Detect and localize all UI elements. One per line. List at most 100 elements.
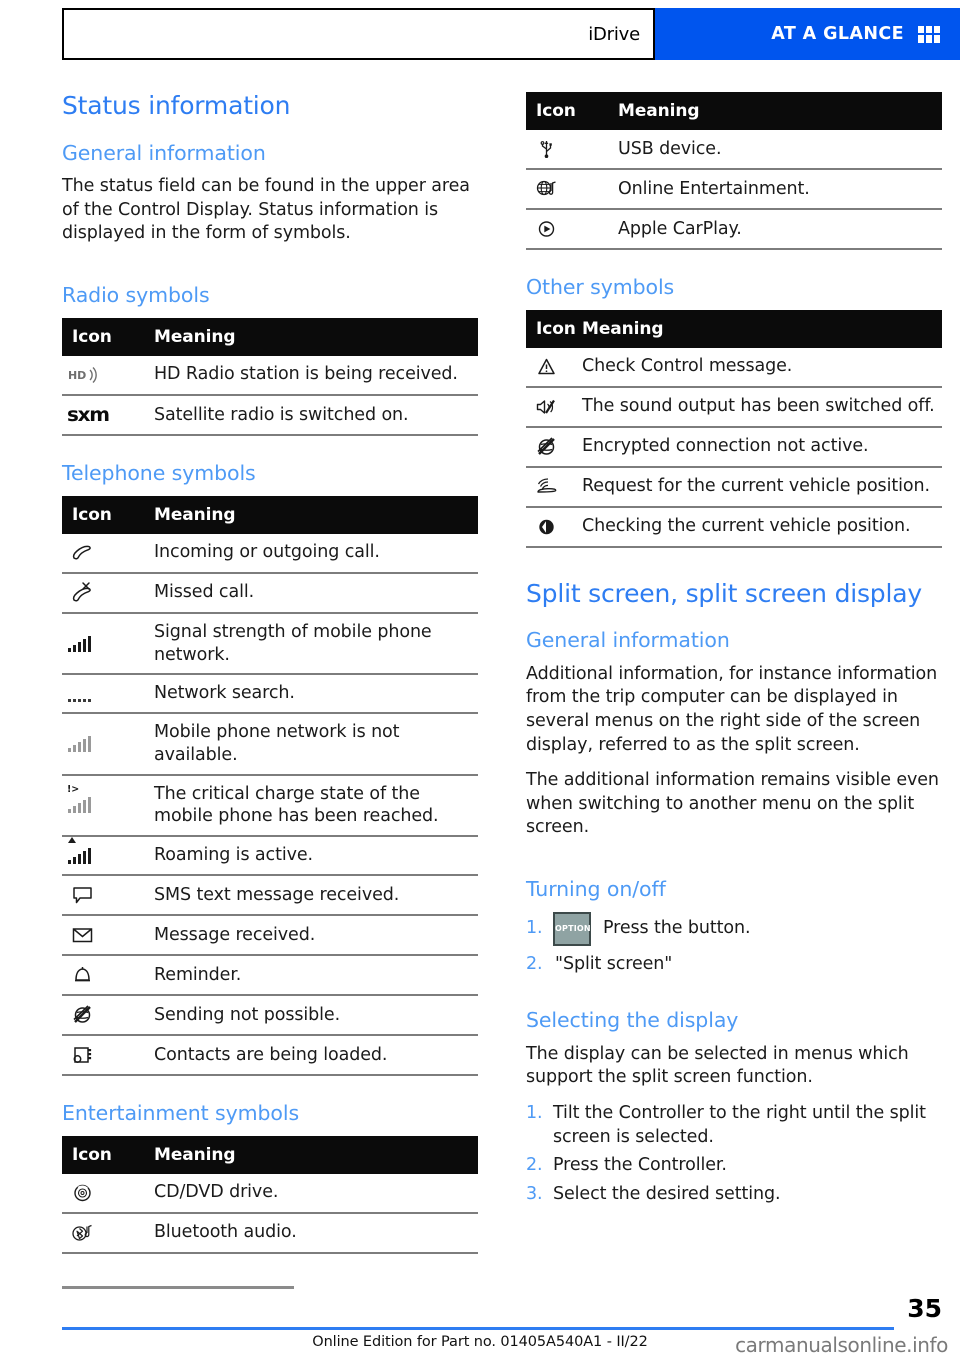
table-header-row: Icon Meaning — [62, 495, 478, 534]
header-chapter-label: iDrive — [588, 23, 640, 45]
heading-selecting-the-display: Selecting the display — [526, 1008, 739, 1033]
heading-telephone-symbols: Telephone symbols — [62, 461, 256, 486]
icon-cell — [526, 169, 608, 210]
header-section-label: AT A GLANCE — [771, 24, 904, 44]
vehicle-position-request-icon — [532, 475, 562, 499]
icon-cell — [526, 209, 608, 250]
left-column: Status information General information T… — [62, 92, 478, 1254]
meaning-cell: Message received. — [144, 915, 478, 957]
icon-cell — [62, 674, 144, 715]
table-radio-symbols: Icon Meaning HD HD Radio station is bein… — [62, 317, 478, 437]
step-number: 1. — [526, 917, 543, 938]
table-entertainment-symbols-continued: Icon Meaning USB device. Online Entertai… — [526, 92, 942, 250]
meaning-cell: Request for the current vehicle position… — [572, 466, 942, 508]
list-item: 1. OPTION Press the button. — [526, 911, 942, 946]
table-row: Missed call. — [62, 572, 478, 614]
icon-cell: !> — [62, 774, 144, 838]
column-header-meaning: Meaning — [144, 317, 478, 356]
list-item: 3. Select the desired setting. — [526, 1183, 942, 1207]
page-header: iDrive AT A GLANCE — [62, 8, 960, 60]
meaning-cell: Checking the current vehicle position. — [572, 506, 942, 548]
meaning-cell: The critical charge state of the mobile … — [144, 774, 478, 838]
table-row: Sending not possible. — [62, 995, 478, 1037]
column-header-meaning: Meaning — [144, 495, 478, 534]
step-text: Select the desired setting. — [553, 1183, 781, 1204]
meaning-cell: Reminder. — [144, 955, 478, 997]
column-header-icon: Icon — [62, 317, 144, 356]
table-row: Signal strength of mobile phone network. — [62, 612, 478, 676]
envelope-icon — [68, 923, 98, 947]
step-text: Tilt the Controller to the right until t… — [553, 1103, 926, 1147]
meaning-cell: HD Radio station is being received. — [144, 355, 478, 396]
meaning-cell: Bluetooth audio. — [144, 1212, 478, 1254]
grid-icon — [918, 25, 940, 43]
step-number: 2. — [526, 1155, 543, 1176]
step-text: Press the Controller. — [553, 1155, 727, 1176]
sms-bubble-icon — [68, 883, 98, 907]
table-row: Request for the current vehicle position… — [526, 466, 942, 508]
encryption-off-icon — [532, 435, 562, 459]
column-header-icon: Icon — [62, 1135, 144, 1174]
list-item: 1. Tilt the Controller to the right unti… — [526, 1102, 942, 1149]
meaning-cell: USB device. — [608, 130, 942, 170]
icon-cell — [62, 713, 144, 776]
icon-cell — [526, 347, 572, 388]
icon-cell — [526, 386, 572, 428]
apple-carplay-icon — [532, 217, 562, 241]
heading-general-information: General information — [62, 140, 266, 165]
icon-cell — [62, 572, 144, 614]
phone-handset-icon — [68, 541, 98, 565]
table-row: Network search. — [62, 674, 478, 715]
heading-split-screen-general-information: General information — [526, 628, 730, 653]
table-row: The sound output has been switched off. — [526, 386, 942, 428]
column-header-meaning: Meaning — [144, 1135, 478, 1174]
contacts-loading-icon — [68, 1043, 98, 1067]
list-item: 2. "Split screen" — [526, 953, 942, 977]
table-row: sxm Satellite radio is switched on. — [62, 394, 478, 437]
table-row: Apple CarPlay. — [526, 209, 942, 250]
meaning-cell: The sound output has been switched off. — [572, 386, 942, 428]
icon-cell: sxm — [62, 394, 144, 437]
signal-strength-icon — [68, 635, 92, 652]
heading-radio-symbols: Radio symbols — [62, 282, 210, 307]
footer-divider-blue — [62, 1327, 894, 1330]
bell-icon — [68, 963, 98, 987]
content-columns: Status information General information T… — [62, 92, 942, 1254]
icon-cell — [526, 130, 608, 170]
icon-cell — [62, 1035, 144, 1077]
missed-call-icon — [68, 581, 98, 605]
table-entertainment-symbols: Icon Meaning CD/DVD drive. Bluetooth aud… — [62, 1135, 478, 1254]
network-search-icon — [68, 685, 92, 702]
paragraph-split-screen-2: The additional information remains visib… — [526, 770, 939, 838]
table-row: Roaming is active. — [62, 836, 478, 877]
icon-cell — [62, 1212, 144, 1254]
low-battery-signal-icon: !> — [67, 785, 92, 817]
meaning-cell: Apple CarPlay. — [608, 209, 942, 250]
header-section-bar: AT A GLANCE — [655, 8, 960, 60]
list-item: 2. Press the Controller. — [526, 1154, 942, 1178]
table-row: Checking the current vehicle position. — [526, 506, 942, 548]
icon-cell — [62, 955, 144, 997]
icon-cell — [526, 466, 572, 508]
svg-text:HD: HD — [68, 369, 86, 382]
table-telephone-symbols: Icon Meaning Incoming or outgoing call. … — [62, 495, 478, 1077]
icon-cell — [62, 995, 144, 1037]
steps-selecting-the-display: 1. Tilt the Controller to the right unti… — [526, 1102, 942, 1207]
page-number: 35 — [907, 1294, 942, 1323]
option-button-icon[interactable]: OPTION — [553, 911, 591, 946]
table-row: Message received. — [62, 915, 478, 957]
meaning-cell: SMS text message received. — [144, 875, 478, 917]
paragraph-selecting-the-display: The display can be selected in menus whi… — [526, 1043, 909, 1088]
column-header-icon: Icon — [526, 92, 608, 130]
column-header-meaning: Meaning — [608, 92, 942, 130]
usb-icon — [532, 137, 562, 161]
no-network-icon — [68, 735, 92, 752]
manual-page: iDrive AT A GLANCE Status information Ge… — [0, 0, 960, 1362]
steps-turning-on-off: 1. OPTION Press the button. 2. "Split sc… — [526, 911, 942, 977]
page-title: Status information — [62, 91, 291, 120]
table-header-row: Icon Meaning — [62, 317, 478, 356]
step-text: Press the button. — [603, 917, 751, 938]
meaning-cell: Incoming or outgoing call. — [144, 533, 478, 574]
heading-turning-on-off: Turning on/off — [526, 877, 666, 901]
step-number: 2. — [526, 953, 543, 974]
